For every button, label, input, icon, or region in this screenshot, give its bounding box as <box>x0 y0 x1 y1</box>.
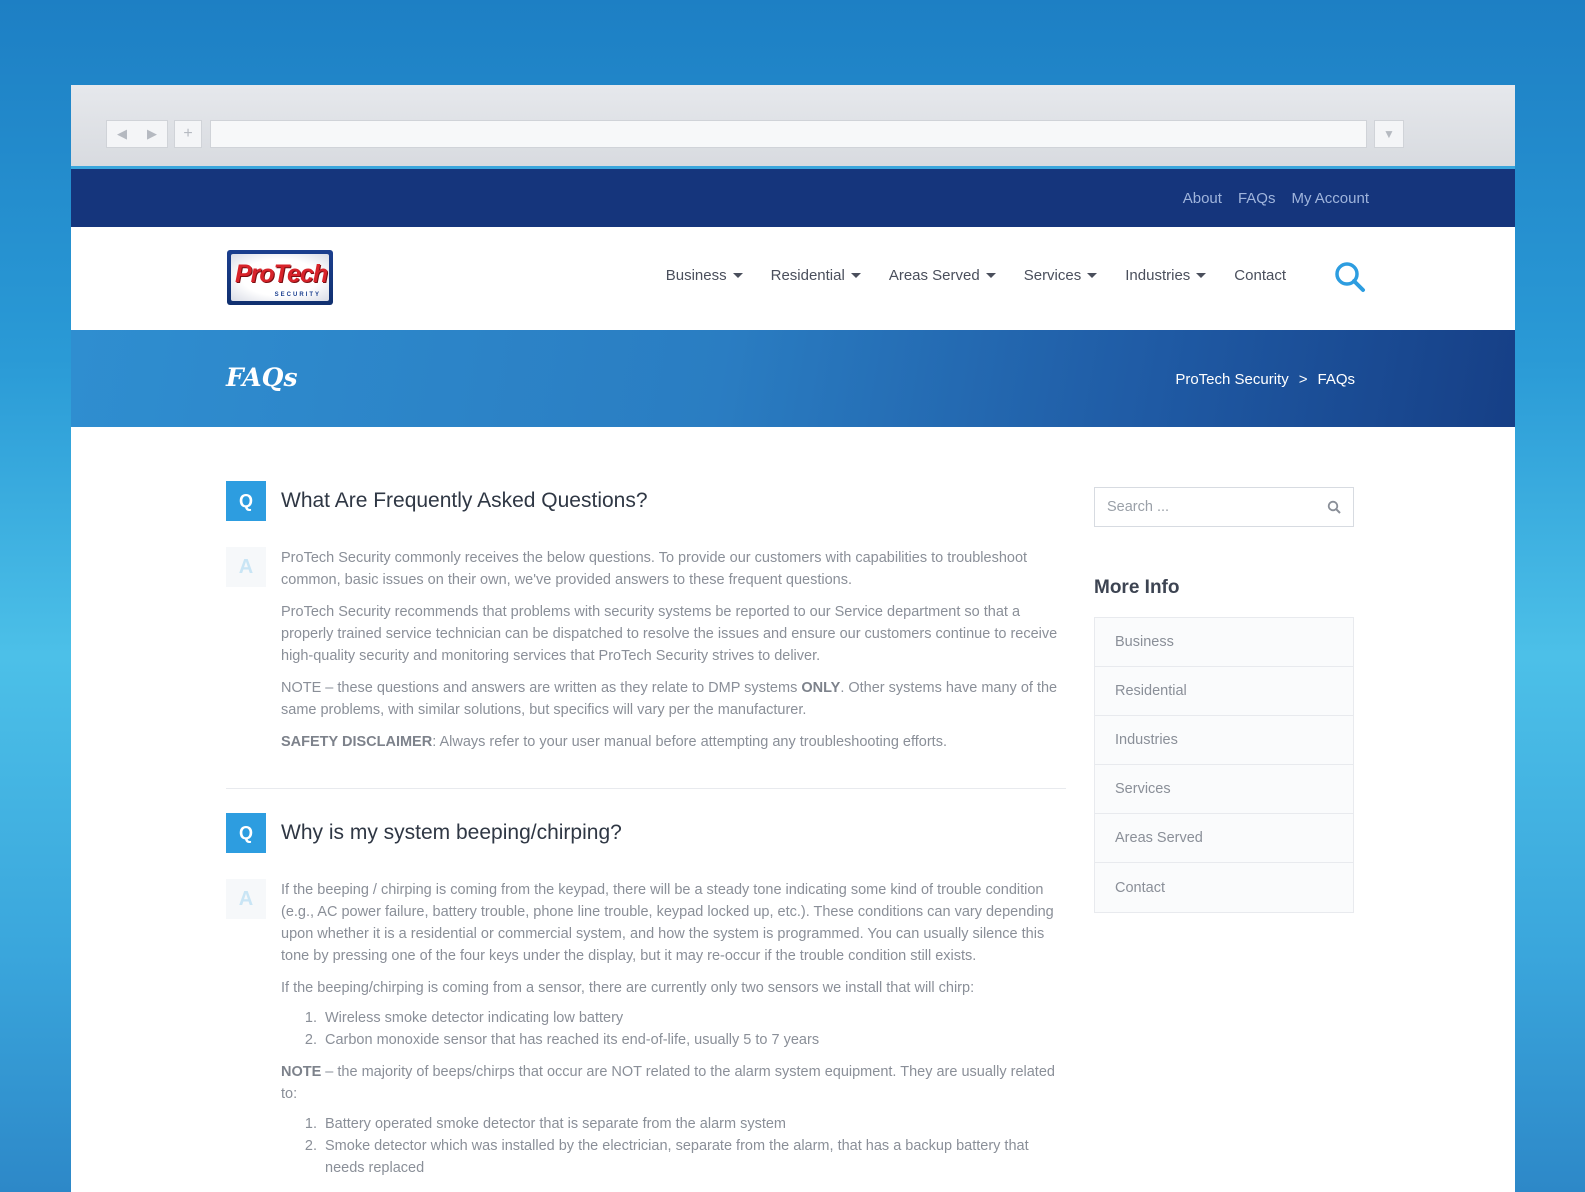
page-banner: FAQs ProTech Security > FAQs <box>71 330 1515 427</box>
nav-label: Residential <box>770 267 845 284</box>
back-icon[interactable]: ◀ <box>107 126 137 142</box>
plus-icon[interactable]: + <box>174 120 202 148</box>
answer-paragraph: If the beeping/chirping is coming from a… <box>281 980 975 996</box>
logo-text: ProTech <box>235 260 328 288</box>
sidebar-link-contact[interactable]: Contact <box>1095 863 1353 912</box>
nav-item-areas-served[interactable]: Areas Served <box>889 267 996 284</box>
answer-paragraph: SAFETY DISCLAIMER: Always refer to your … <box>281 731 1066 753</box>
answer-paragraph: ProTech Security commonly receives the b… <box>281 550 1028 588</box>
answer-paragraph: If the beeping / chirping is coming from… <box>281 882 1054 964</box>
nav-label: Business <box>665 267 727 284</box>
topbar-link-about[interactable]: About <box>1183 190 1222 207</box>
main-nav: Business Residential Areas Served Servic… <box>666 267 1286 284</box>
answer-row: A If the beeping / chirping is coming fr… <box>226 879 1066 1187</box>
note-text: – the majority of beeps/chirps that occu… <box>281 1064 1055 1102</box>
sidebar-link-business[interactable]: Business <box>1095 618 1353 667</box>
sidebar-link-services[interactable]: Services <box>1095 765 1353 814</box>
topbar-link-account[interactable]: My Account <box>1291 190 1369 207</box>
caret-down-icon <box>850 273 861 278</box>
list-item: Wireless smoke detector indicating low b… <box>321 1007 1066 1029</box>
address-bar[interactable] <box>210 120 1367 148</box>
caret-down-icon <box>1196 273 1207 278</box>
nav-item-industries[interactable]: Industries <box>1125 267 1207 284</box>
breadcrumb-separator: > <box>1298 371 1308 388</box>
search-icon[interactable] <box>1327 500 1341 514</box>
nav-label: Industries <box>1125 267 1191 284</box>
answer-badge: A <box>226 879 266 919</box>
question-title: Why is my system beeping/chirping? <box>281 821 622 844</box>
site-header: ProTech SECURITY Business Residential Ar… <box>71 227 1515 330</box>
note-label: NOTE <box>281 1064 322 1080</box>
sidebar-heading: More Info <box>1094 577 1180 598</box>
nav-item-residential[interactable]: Residential <box>771 267 861 284</box>
sidebar-links: Business Residential Industries Services… <box>1094 617 1354 913</box>
breadcrumb-current: FAQs <box>1317 371 1355 388</box>
nav-item-services[interactable]: Services <box>1024 267 1098 284</box>
breadcrumb: ProTech Security > FAQs <box>1175 371 1355 388</box>
page-title: FAQs <box>226 363 298 392</box>
site-logo[interactable]: ProTech SECURITY <box>227 250 333 305</box>
list-item: Smoke detector which was installed by th… <box>321 1135 1066 1179</box>
search-input[interactable]: Search ... <box>1107 499 1169 515</box>
faq-item: Q What Are Frequently Asked Questions? A… <box>226 481 1066 753</box>
disclaimer-label: SAFETY DISCLAIMER <box>281 734 433 750</box>
download-icon[interactable]: ▼ <box>1374 120 1404 148</box>
answer-row: A ProTech Security commonly receives the… <box>226 547 1066 753</box>
answer-paragraph: NOTE – the majority of beeps/chirps that… <box>281 1061 1066 1105</box>
top-utility-bar: About FAQs My Account <box>71 169 1515 227</box>
caret-down-icon <box>732 273 743 278</box>
question-badge: Q <box>226 813 266 853</box>
sidebar-search[interactable]: Search ... <box>1094 487 1354 527</box>
browser-chrome: ◀ ▶ + ▼ <box>71 85 1515 169</box>
note-emphasis: ONLY <box>801 680 841 696</box>
answer-paragraph: NOTE – these questions and answers are w… <box>281 677 1066 721</box>
nav-item-business[interactable]: Business <box>666 267 743 284</box>
answer-paragraph: ProTech Security recommends that problem… <box>281 604 1058 664</box>
answer-text: If the beeping / chirping is coming from… <box>281 879 1066 1187</box>
question-row: Q Why is my system beeping/chirping? <box>226 813 1066 853</box>
note-text: NOTE – these questions and answers are w… <box>281 680 802 696</box>
nav-label: Contact <box>1234 267 1286 284</box>
sidebar-link-industries[interactable]: Industries <box>1095 716 1353 765</box>
cause-list: Battery operated smoke detector that is … <box>321 1113 1066 1179</box>
list-item: Battery operated smoke detector that is … <box>321 1113 1066 1135</box>
logo-subtext: SECURITY <box>274 292 321 298</box>
faq-divider <box>226 788 1066 789</box>
answer-badge: A <box>226 547 266 587</box>
nav-item-contact[interactable]: Contact <box>1234 267 1286 284</box>
question-title: What Are Frequently Asked Questions? <box>281 489 648 512</box>
question-row: Q What Are Frequently Asked Questions? <box>226 481 1066 521</box>
answer-text: ProTech Security commonly receives the b… <box>281 547 1066 753</box>
nav-label: Areas Served <box>888 267 980 284</box>
logo-badge: ProTech SECURITY <box>231 254 329 301</box>
sidebar-link-areas-served[interactable]: Areas Served <box>1095 814 1353 863</box>
sensor-list: Wireless smoke detector indicating low b… <box>321 1007 1066 1051</box>
search-icon[interactable] <box>1333 260 1367 294</box>
question-badge: Q <box>226 481 266 521</box>
browser-window: ◀ ▶ + ▼ About FAQs My Account ProTech SE… <box>71 85 1515 1192</box>
breadcrumb-home[interactable]: ProTech Security <box>1175 371 1288 388</box>
nav-label: Services <box>1023 267 1082 284</box>
history-buttons: ◀ ▶ <box>106 120 168 148</box>
topbar-link-faqs[interactable]: FAQs <box>1238 190 1276 207</box>
faq-item: Q Why is my system beeping/chirping? A I… <box>226 813 1066 1187</box>
list-item: Carbon monoxide sensor that has reached … <box>321 1029 1066 1051</box>
forward-icon[interactable]: ▶ <box>137 126 167 142</box>
sidebar-link-residential[interactable]: Residential <box>1095 667 1353 716</box>
disclaimer-text: : Always refer to your user manual befor… <box>432 734 947 750</box>
sidebar: Search ... More Info Business Residentia… <box>1094 487 1354 913</box>
caret-down-icon <box>985 273 996 278</box>
caret-down-icon <box>1087 273 1098 278</box>
